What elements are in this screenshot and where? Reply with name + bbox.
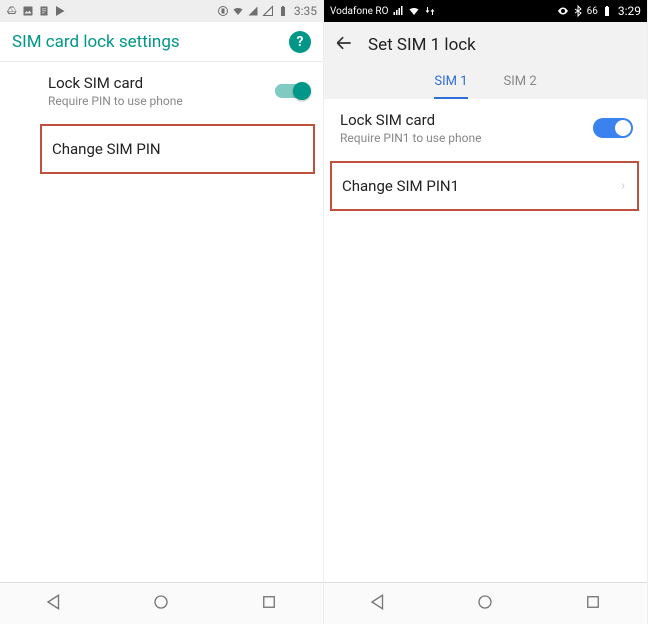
app-header-right: Set SIM 1 lock SIM 1 SIM 2 (324, 22, 647, 99)
lock-sim-row[interactable]: Lock SIM card Require PIN to use phone (0, 62, 323, 120)
app-header-left: SIM card lock settings ? (0, 22, 323, 62)
content-left: Lock SIM card Require PIN to use phone C… (0, 62, 323, 582)
navbar-left (0, 582, 323, 624)
nav-home-icon[interactable] (476, 593, 494, 615)
lock-sim-subtitle: Require PIN1 to use phone (340, 131, 631, 145)
document-icon (38, 5, 50, 17)
phone-right: Vodafone RO 66 3:29 Set SIM 1 lock SIM 1… (324, 0, 648, 624)
wifi-icon (408, 5, 420, 17)
signal-icon (247, 5, 259, 17)
navbar-right (324, 582, 647, 624)
nav-recent-icon[interactable] (260, 593, 278, 615)
lock-sim-title: Lock SIM card (48, 74, 307, 92)
change-pin-row[interactable]: Change SIM PIN (40, 124, 315, 174)
play-icon (54, 5, 66, 17)
battery-text: 66 (587, 6, 598, 17)
tab-sim1[interactable]: SIM 1 (434, 68, 467, 99)
sim-tabs: SIM 1 SIM 2 (324, 68, 647, 99)
lock-sim-toggle[interactable] (593, 118, 633, 138)
wifi-icon (232, 5, 244, 17)
clock-text: 3:35 (294, 4, 317, 18)
rotation-icon (217, 5, 229, 17)
change-pin-row[interactable]: Change SIM PIN1 › (330, 161, 639, 211)
change-pin-title: Change SIM PIN1 (342, 177, 627, 195)
no-sim-icon (262, 5, 274, 17)
carrier-text: Vodafone RO (330, 6, 388, 17)
back-icon[interactable] (334, 33, 354, 57)
help-icon[interactable]: ? (289, 31, 311, 53)
nav-back-icon[interactable] (45, 593, 63, 615)
phone-left: 3:35 SIM card lock settings ? Lock SIM c… (0, 0, 324, 624)
bluetooth-icon (572, 5, 584, 17)
content-right: Lock SIM card Require PIN1 to use phone … (324, 99, 647, 582)
lock-sim-title: Lock SIM card (340, 111, 631, 129)
nav-back-icon[interactable] (369, 593, 387, 615)
nav-home-icon[interactable] (152, 593, 170, 615)
clock-text: 3:29 (618, 4, 641, 18)
lock-sim-row[interactable]: Lock SIM card Require PIN1 to use phone (324, 99, 647, 157)
change-pin-title: Change SIM PIN (52, 140, 303, 158)
eye-icon (557, 5, 569, 17)
data-icon (424, 5, 436, 17)
battery-icon (277, 5, 289, 17)
nav-recent-icon[interactable] (584, 593, 602, 615)
picture-icon (22, 5, 34, 17)
chevron-right-icon: › (621, 179, 625, 194)
statusbar-left: 3:35 (0, 0, 323, 22)
tab-sim2[interactable]: SIM 2 (504, 68, 537, 99)
statusbar-right: Vodafone RO 66 3:29 (324, 0, 647, 22)
battery-icon (601, 5, 613, 17)
signal-icon (392, 5, 404, 17)
page-title: SIM card lock settings (12, 32, 289, 52)
drive-icon (6, 5, 18, 17)
lock-sim-subtitle: Require PIN to use phone (48, 94, 307, 108)
page-title: Set SIM 1 lock (368, 35, 476, 55)
lock-sim-toggle[interactable] (275, 84, 309, 98)
